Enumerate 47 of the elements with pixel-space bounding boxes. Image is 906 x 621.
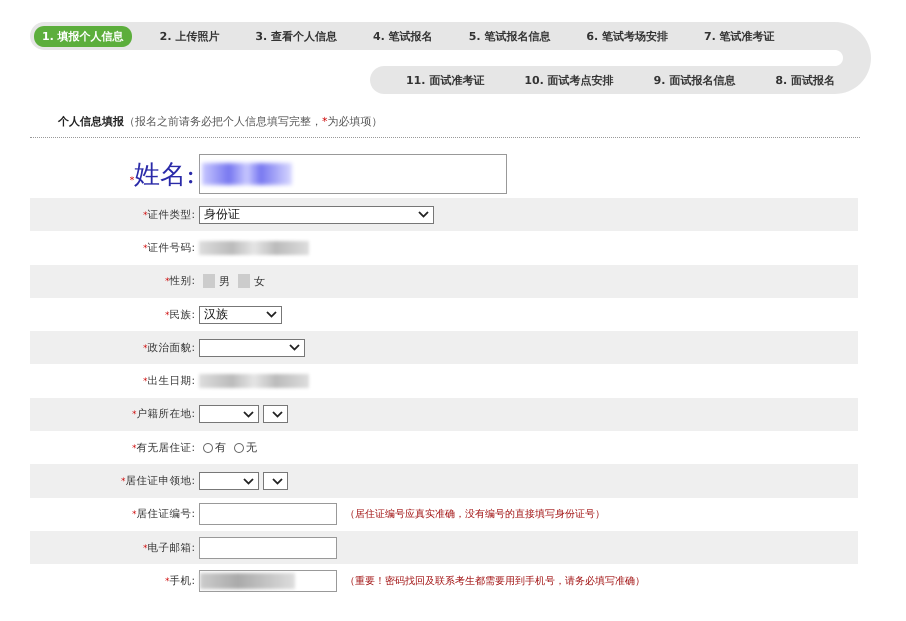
radio-option[interactable]: 有: [203, 440, 226, 456]
hint-text: （重要！密码找回及联系考生都需要用到手机号，请务必填写准确）: [345, 574, 645, 588]
input-field[interactable]: [199, 536, 337, 559]
option-label: 男: [219, 274, 230, 289]
step-tab[interactable]: 6. 笔试考场安排: [578, 26, 676, 46]
input-field[interactable]: [199, 503, 337, 526]
field-label: *民族:: [164, 308, 195, 321]
dropdown[interactable]: [263, 472, 288, 490]
name-input-field[interactable]: [199, 154, 507, 194]
redacted-value: [238, 274, 250, 288]
field-label: *证件号码:: [142, 242, 195, 254]
step-tab[interactable]: 3. 查看个人信息: [247, 26, 346, 46]
hint-text: （居住证编号应真实准确，没有编号的直接填写身份证号）: [345, 508, 605, 522]
field-label: *姓名:: [130, 160, 195, 190]
step-tab[interactable]: 10. 面试考点安排: [516, 70, 622, 90]
field-label: *政治面貌:: [142, 342, 195, 354]
step-tab[interactable]: 7. 笔试准考证: [696, 26, 783, 46]
dropdown[interactable]: 身份证: [199, 206, 434, 224]
chevron-down-icon: [243, 410, 254, 418]
step-tab[interactable]: 8. 面试报名: [767, 70, 843, 90]
field-label: *户籍所在地:: [132, 408, 195, 420]
step-tab[interactable]: 5. 笔试报名信息: [460, 26, 558, 46]
input-field[interactable]: [199, 570, 337, 592]
field-label: *手机:: [164, 574, 195, 587]
chevron-down-icon: [418, 211, 429, 218]
chevron-down-icon: [266, 311, 277, 318]
field-label: *电子邮箱:: [142, 542, 195, 554]
option-label: 女: [254, 274, 265, 289]
dropdown[interactable]: [263, 405, 288, 424]
field-label: *居住证申领地:: [120, 475, 195, 488]
dropdown[interactable]: 汉族: [199, 306, 282, 324]
chevron-down-icon: [289, 344, 300, 352]
step-tab[interactable]: 11. 面试准考证: [398, 70, 492, 90]
field-label: *性别:: [164, 275, 195, 288]
field-label: *出生日期:: [142, 375, 195, 388]
field-label: *居住证编号:: [132, 508, 195, 520]
radio-option[interactable]: 无: [234, 440, 257, 456]
section-heading: 个人信息填报（报名之前请务必把个人信息填写完整，*为必填项）: [58, 114, 384, 129]
step-tab[interactable]: 9. 面试报名信息: [646, 70, 744, 90]
step-tab[interactable]: 2. 上传照片: [152, 26, 228, 46]
chevron-down-icon: [272, 410, 283, 418]
redacted-value: [203, 274, 215, 288]
step-tab[interactable]: 4. 笔试报名: [365, 26, 441, 46]
field-label: *有无居住证:: [132, 442, 195, 454]
chevron-down-icon: [243, 478, 254, 485]
field-label: *证件类型:: [142, 208, 195, 221]
chevron-down-icon: [272, 478, 283, 485]
